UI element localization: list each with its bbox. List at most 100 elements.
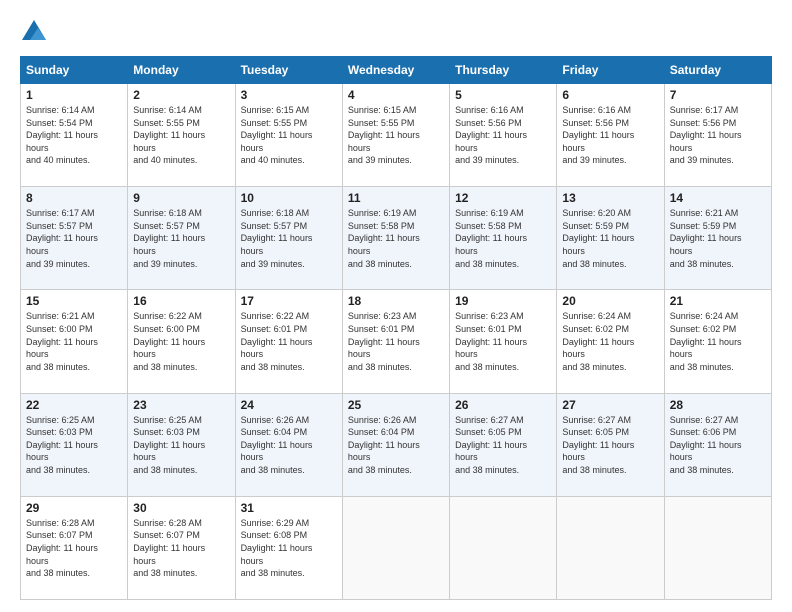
cell-info: Sunrise: 6:29 AM Sunset: 6:08 PM Dayligh… <box>241 517 337 580</box>
day-header-sunday: Sunday <box>21 57 128 84</box>
day-number: 19 <box>455 294 551 308</box>
day-number: 16 <box>133 294 229 308</box>
calendar-table: SundayMondayTuesdayWednesdayThursdayFrid… <box>20 56 772 600</box>
calendar-cell: 11 Sunrise: 6:19 AM Sunset: 5:58 PM Dayl… <box>342 187 449 290</box>
cell-info: Sunrise: 6:18 AM Sunset: 5:57 PM Dayligh… <box>133 207 229 270</box>
cell-info: Sunrise: 6:28 AM Sunset: 6:07 PM Dayligh… <box>133 517 229 580</box>
day-header-wednesday: Wednesday <box>342 57 449 84</box>
page: SundayMondayTuesdayWednesdayThursdayFrid… <box>0 0 792 612</box>
header <box>20 18 772 46</box>
day-number: 25 <box>348 398 444 412</box>
day-header-tuesday: Tuesday <box>235 57 342 84</box>
cell-info: Sunrise: 6:17 AM Sunset: 5:57 PM Dayligh… <box>26 207 122 270</box>
day-number: 21 <box>670 294 766 308</box>
day-number: 8 <box>26 191 122 205</box>
cell-info: Sunrise: 6:14 AM Sunset: 5:55 PM Dayligh… <box>133 104 229 167</box>
calendar-cell: 2 Sunrise: 6:14 AM Sunset: 5:55 PM Dayli… <box>128 84 235 187</box>
calendar-header-row: SundayMondayTuesdayWednesdayThursdayFrid… <box>21 57 772 84</box>
day-number: 5 <box>455 88 551 102</box>
day-number: 17 <box>241 294 337 308</box>
calendar-cell: 3 Sunrise: 6:15 AM Sunset: 5:55 PM Dayli… <box>235 84 342 187</box>
calendar-cell: 25 Sunrise: 6:26 AM Sunset: 6:04 PM Dayl… <box>342 393 449 496</box>
day-header-friday: Friday <box>557 57 664 84</box>
day-number: 29 <box>26 501 122 515</box>
day-number: 24 <box>241 398 337 412</box>
cell-info: Sunrise: 6:21 AM Sunset: 6:00 PM Dayligh… <box>26 310 122 373</box>
cell-info: Sunrise: 6:21 AM Sunset: 5:59 PM Dayligh… <box>670 207 766 270</box>
calendar-cell: 18 Sunrise: 6:23 AM Sunset: 6:01 PM Dayl… <box>342 290 449 393</box>
week-row-2: 8 Sunrise: 6:17 AM Sunset: 5:57 PM Dayli… <box>21 187 772 290</box>
calendar-cell: 23 Sunrise: 6:25 AM Sunset: 6:03 PM Dayl… <box>128 393 235 496</box>
logo <box>20 18 52 46</box>
day-number: 6 <box>562 88 658 102</box>
calendar-cell: 7 Sunrise: 6:17 AM Sunset: 5:56 PM Dayli… <box>664 84 771 187</box>
day-number: 15 <box>26 294 122 308</box>
day-header-saturday: Saturday <box>664 57 771 84</box>
cell-info: Sunrise: 6:24 AM Sunset: 6:02 PM Dayligh… <box>670 310 766 373</box>
cell-info: Sunrise: 6:25 AM Sunset: 6:03 PM Dayligh… <box>26 414 122 477</box>
cell-info: Sunrise: 6:19 AM Sunset: 5:58 PM Dayligh… <box>348 207 444 270</box>
calendar-cell: 17 Sunrise: 6:22 AM Sunset: 6:01 PM Dayl… <box>235 290 342 393</box>
cell-info: Sunrise: 6:22 AM Sunset: 6:00 PM Dayligh… <box>133 310 229 373</box>
calendar-cell <box>450 496 557 599</box>
calendar-cell: 27 Sunrise: 6:27 AM Sunset: 6:05 PM Dayl… <box>557 393 664 496</box>
week-row-5: 29 Sunrise: 6:28 AM Sunset: 6:07 PM Dayl… <box>21 496 772 599</box>
day-number: 9 <box>133 191 229 205</box>
day-number: 3 <box>241 88 337 102</box>
cell-info: Sunrise: 6:16 AM Sunset: 5:56 PM Dayligh… <box>562 104 658 167</box>
calendar-cell: 26 Sunrise: 6:27 AM Sunset: 6:05 PM Dayl… <box>450 393 557 496</box>
calendar-cell: 4 Sunrise: 6:15 AM Sunset: 5:55 PM Dayli… <box>342 84 449 187</box>
calendar-cell: 13 Sunrise: 6:20 AM Sunset: 5:59 PM Dayl… <box>557 187 664 290</box>
cell-info: Sunrise: 6:23 AM Sunset: 6:01 PM Dayligh… <box>455 310 551 373</box>
calendar-cell: 28 Sunrise: 6:27 AM Sunset: 6:06 PM Dayl… <box>664 393 771 496</box>
day-number: 10 <box>241 191 337 205</box>
day-number: 18 <box>348 294 444 308</box>
calendar-cell: 5 Sunrise: 6:16 AM Sunset: 5:56 PM Dayli… <box>450 84 557 187</box>
day-number: 30 <box>133 501 229 515</box>
cell-info: Sunrise: 6:22 AM Sunset: 6:01 PM Dayligh… <box>241 310 337 373</box>
day-number: 13 <box>562 191 658 205</box>
calendar-cell: 31 Sunrise: 6:29 AM Sunset: 6:08 PM Dayl… <box>235 496 342 599</box>
week-row-1: 1 Sunrise: 6:14 AM Sunset: 5:54 PM Dayli… <box>21 84 772 187</box>
day-number: 4 <box>348 88 444 102</box>
cell-info: Sunrise: 6:25 AM Sunset: 6:03 PM Dayligh… <box>133 414 229 477</box>
week-row-3: 15 Sunrise: 6:21 AM Sunset: 6:00 PM Dayl… <box>21 290 772 393</box>
cell-info: Sunrise: 6:15 AM Sunset: 5:55 PM Dayligh… <box>241 104 337 167</box>
cell-info: Sunrise: 6:20 AM Sunset: 5:59 PM Dayligh… <box>562 207 658 270</box>
day-number: 12 <box>455 191 551 205</box>
cell-info: Sunrise: 6:14 AM Sunset: 5:54 PM Dayligh… <box>26 104 122 167</box>
calendar-cell: 15 Sunrise: 6:21 AM Sunset: 6:00 PM Dayl… <box>21 290 128 393</box>
calendar-cell <box>664 496 771 599</box>
day-number: 2 <box>133 88 229 102</box>
calendar-cell: 9 Sunrise: 6:18 AM Sunset: 5:57 PM Dayli… <box>128 187 235 290</box>
calendar-cell <box>342 496 449 599</box>
day-number: 22 <box>26 398 122 412</box>
calendar-body: 1 Sunrise: 6:14 AM Sunset: 5:54 PM Dayli… <box>21 84 772 600</box>
week-row-4: 22 Sunrise: 6:25 AM Sunset: 6:03 PM Dayl… <box>21 393 772 496</box>
day-number: 28 <box>670 398 766 412</box>
day-number: 27 <box>562 398 658 412</box>
calendar-cell: 29 Sunrise: 6:28 AM Sunset: 6:07 PM Dayl… <box>21 496 128 599</box>
calendar-cell <box>557 496 664 599</box>
day-number: 1 <box>26 88 122 102</box>
cell-info: Sunrise: 6:19 AM Sunset: 5:58 PM Dayligh… <box>455 207 551 270</box>
day-number: 7 <box>670 88 766 102</box>
calendar-cell: 16 Sunrise: 6:22 AM Sunset: 6:00 PM Dayl… <box>128 290 235 393</box>
cell-info: Sunrise: 6:26 AM Sunset: 6:04 PM Dayligh… <box>348 414 444 477</box>
calendar-cell: 20 Sunrise: 6:24 AM Sunset: 6:02 PM Dayl… <box>557 290 664 393</box>
cell-info: Sunrise: 6:17 AM Sunset: 5:56 PM Dayligh… <box>670 104 766 167</box>
cell-info: Sunrise: 6:27 AM Sunset: 6:06 PM Dayligh… <box>670 414 766 477</box>
cell-info: Sunrise: 6:26 AM Sunset: 6:04 PM Dayligh… <box>241 414 337 477</box>
day-number: 26 <box>455 398 551 412</box>
cell-info: Sunrise: 6:27 AM Sunset: 6:05 PM Dayligh… <box>562 414 658 477</box>
calendar-cell: 19 Sunrise: 6:23 AM Sunset: 6:01 PM Dayl… <box>450 290 557 393</box>
calendar-cell: 10 Sunrise: 6:18 AM Sunset: 5:57 PM Dayl… <box>235 187 342 290</box>
calendar-cell: 24 Sunrise: 6:26 AM Sunset: 6:04 PM Dayl… <box>235 393 342 496</box>
day-header-monday: Monday <box>128 57 235 84</box>
day-header-thursday: Thursday <box>450 57 557 84</box>
day-number: 23 <box>133 398 229 412</box>
day-number: 11 <box>348 191 444 205</box>
calendar-cell: 22 Sunrise: 6:25 AM Sunset: 6:03 PM Dayl… <box>21 393 128 496</box>
calendar-cell: 30 Sunrise: 6:28 AM Sunset: 6:07 PM Dayl… <box>128 496 235 599</box>
cell-info: Sunrise: 6:15 AM Sunset: 5:55 PM Dayligh… <box>348 104 444 167</box>
